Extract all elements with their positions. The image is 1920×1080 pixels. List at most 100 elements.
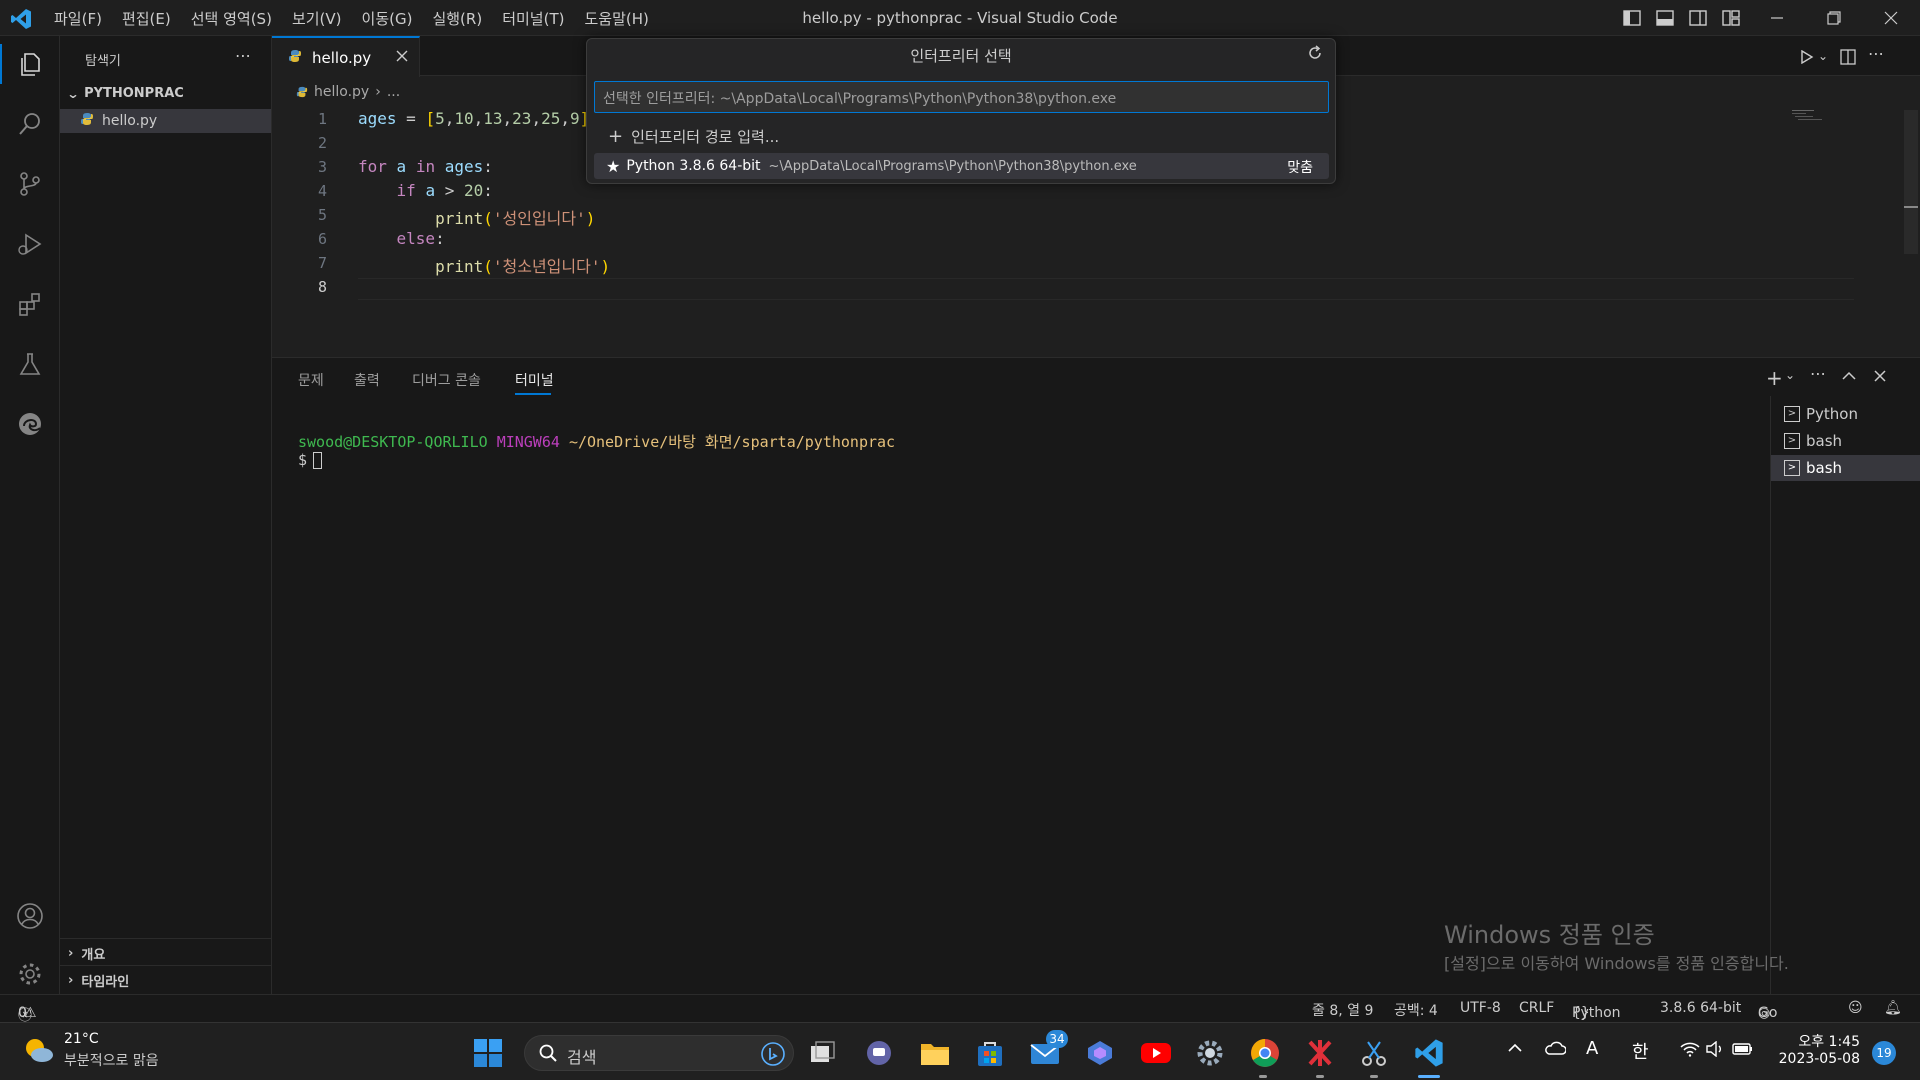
minimize-icon[interactable] — [1770, 11, 1784, 25]
extensions-icon[interactable] — [10, 284, 50, 324]
close-tab-icon[interactable] — [396, 48, 408, 62]
menu-go[interactable]: 이동(G) — [352, 8, 423, 29]
outline-section[interactable]: › 개요 — [68, 944, 105, 963]
menu-view[interactable]: 보기(V) — [282, 8, 352, 29]
terminal-input-line[interactable]: $ — [298, 451, 323, 469]
enter-interpreter-path-item[interactable]: + 인터프리터 경로 입력... — [594, 124, 1329, 148]
terminal-item-python[interactable]: > Python — [1784, 405, 1858, 423]
weather-temp[interactable]: 21°C — [64, 1031, 99, 1047]
customize-layout-icon[interactable] — [1722, 9, 1740, 27]
teams-chat-icon[interactable] — [865, 1039, 893, 1067]
editor-more-icon[interactable]: ⋯ — [1868, 44, 1884, 63]
prompt-user: swood@DESKTOP-QORLILO — [298, 433, 488, 451]
microsoft-store-icon[interactable] — [976, 1039, 1004, 1067]
line-ending[interactable]: CRLF — [1519, 1000, 1554, 1016]
menu-edit[interactable]: 편집(E) — [112, 8, 181, 29]
toggle-primary-sidebar-icon[interactable] — [1623, 9, 1641, 27]
hangul-app-icon[interactable] — [1306, 1038, 1334, 1068]
search-icon[interactable] — [10, 104, 50, 144]
volume-icon[interactable] — [1706, 1041, 1724, 1057]
encoding[interactable]: UTF-8 — [1460, 1000, 1501, 1016]
split-editor-icon[interactable] — [1840, 49, 1856, 65]
snipping-tool-icon[interactable] — [1360, 1038, 1388, 1068]
interpreter-name: Python 3.8.6 64-bit — [626, 158, 761, 174]
menu-run[interactable]: 실행(R) — [422, 8, 492, 29]
cursor-position[interactable]: 줄 8, 열 9 — [1312, 1000, 1373, 1020]
restore-icon[interactable] — [1827, 11, 1841, 25]
python-interpreter-item[interactable]: ★ Python 3.8.6 64-bit ~\AppData\Local\Pr… — [594, 153, 1329, 179]
ime-mode-han[interactable]: 한 — [1632, 1038, 1649, 1064]
taskbar-search-box[interactable]: 검색 — [524, 1035, 794, 1071]
run-python-file-icon[interactable] — [1800, 50, 1814, 64]
task-view-icon[interactable] — [810, 1041, 836, 1065]
refresh-icon[interactable] — [1306, 44, 1324, 62]
source-control-icon[interactable] — [10, 164, 50, 204]
weather-condition[interactable]: 부분적으로 맑음 — [64, 1050, 159, 1070]
code-line[interactable]: print('성인입니다') — [358, 205, 595, 229]
tab-terminal[interactable]: 터미널 — [515, 370, 554, 390]
manage-gear-icon[interactable] — [10, 954, 50, 994]
code-line[interactable]: ages = [5,10,13,23,25,9] — [358, 109, 589, 128]
active-tab-underline — [515, 393, 551, 395]
terminal-item-bash-active[interactable]: > bash — [1771, 455, 1920, 481]
menu-file[interactable]: 파일(F) — [44, 8, 112, 29]
minimap[interactable] — [1792, 108, 1822, 122]
run-dropdown-icon[interactable]: ⌄ — [1818, 49, 1828, 63]
tab-debug-console[interactable]: 디버그 콘솔 — [412, 370, 481, 390]
accounts-icon[interactable] — [10, 896, 50, 936]
menu-selection[interactable]: 선택 영역(S) — [181, 8, 282, 29]
code-line[interactable]: print('청소년입니다') — [358, 253, 610, 277]
close-panel-icon[interactable] — [1874, 370, 1886, 382]
show-hidden-icons-chevron-icon[interactable] — [1508, 1043, 1522, 1053]
editor-scrollbar[interactable] — [1904, 110, 1918, 254]
file-hello-py[interactable]: hello.py — [60, 109, 271, 133]
terminal-item-bash[interactable]: > bash — [1784, 432, 1842, 450]
menu-help[interactable]: 도움말(H) — [574, 8, 658, 29]
code-line[interactable]: for a in ages: — [358, 157, 493, 176]
folder-pythonprac[interactable]: ⌄ PYTHONPRAC — [66, 86, 183, 101]
terminal-icon: > — [1784, 406, 1800, 422]
chrome-icon[interactable] — [1250, 1038, 1280, 1068]
interpreter-search-input[interactable]: 선택한 인터프리터: ~\AppData\Local\Programs\Pyth… — [594, 81, 1329, 113]
explorer-icon[interactable] — [10, 44, 50, 84]
toggle-secondary-sidebar-icon[interactable] — [1689, 9, 1707, 27]
maximize-panel-icon[interactable] — [1842, 371, 1856, 381]
menu-terminal[interactable]: 터미널(T) — [492, 8, 574, 29]
copilot-icon[interactable] — [1086, 1039, 1114, 1067]
clock-time[interactable]: 오후 1:45 — [1760, 1031, 1860, 1051]
weather-icon[interactable] — [22, 1035, 54, 1065]
notifications-bell-icon[interactable]: 🔔︎ — [1884, 1000, 1902, 1016]
ime-mode-a[interactable]: A — [1586, 1038, 1598, 1059]
youtube-icon[interactable] — [1140, 1041, 1172, 1065]
run-debug-icon[interactable] — [10, 224, 50, 264]
tab-hello-py[interactable]: hello.py — [272, 36, 420, 77]
panel-more-icon[interactable]: ⋯ — [1810, 364, 1826, 383]
more-actions-icon[interactable]: ⋯ — [235, 46, 251, 65]
testing-icon[interactable] — [10, 344, 50, 384]
close-window-icon[interactable] — [1884, 11, 1898, 25]
outline-label: 개요 — [81, 948, 106, 963]
vscode-taskbar-icon[interactable] — [1414, 1038, 1444, 1068]
windows-start-icon[interactable] — [474, 1039, 502, 1067]
code-line[interactable]: if a > 20: — [358, 181, 493, 200]
interpreter-status[interactable]: 3.8.6 64-bit — [1660, 1000, 1741, 1016]
tab-output[interactable]: 출력 — [354, 370, 380, 390]
timeline-section[interactable]: › 타임라인 — [68, 971, 129, 990]
file-explorer-icon[interactable] — [920, 1040, 950, 1066]
onedrive-cloud-icon[interactable] — [1544, 1040, 1566, 1056]
new-terminal-icon[interactable]: + — [1766, 366, 1783, 390]
clock-date[interactable]: 2023-05-08 — [1760, 1051, 1860, 1067]
tab-problems[interactable]: 문제 — [298, 370, 324, 390]
battery-icon[interactable] — [1732, 1042, 1754, 1056]
breadcrumb-file[interactable]: hello.py — [314, 84, 369, 100]
indentation[interactable]: 공백: 4 — [1394, 1000, 1438, 1020]
edge-devtools-icon[interactable] — [10, 404, 50, 444]
feedback-icon[interactable]: ☺ — [1848, 1000, 1863, 1016]
breadcrumb-more[interactable]: ... — [387, 84, 400, 100]
notification-count-badge[interactable]: 19 — [1872, 1041, 1896, 1065]
toggle-panel-icon[interactable] — [1656, 9, 1674, 27]
wifi-icon[interactable] — [1680, 1041, 1700, 1057]
terminal-dropdown-icon[interactable]: ⌄ — [1785, 368, 1795, 382]
code-line[interactable]: else: — [358, 229, 445, 248]
settings-gear-icon[interactable] — [1196, 1039, 1224, 1067]
